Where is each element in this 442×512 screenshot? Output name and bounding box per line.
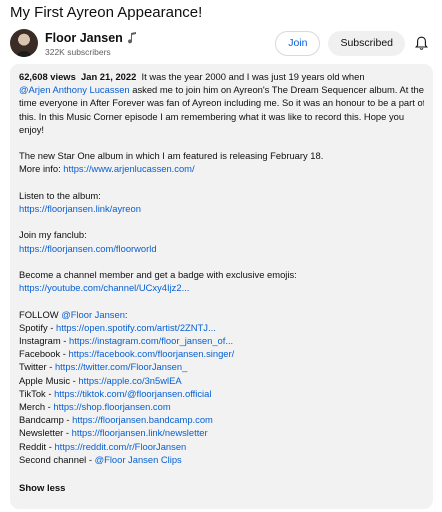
video-watch-page: My First Ayreon Appearance! Floor Jansen… (0, 0, 442, 512)
fanclub-link[interactable]: https://floorjansen.com/floorworld (19, 242, 424, 255)
social-label: Reddit - (19, 440, 55, 452)
follow-suffix: : (124, 308, 128, 320)
social-link-row: Merch - https://shop.floorjansen.com (19, 400, 424, 413)
social-label: Second channel - (19, 453, 95, 465)
social-link-row: Facebook - https://facebook.com/floorjan… (19, 347, 424, 360)
join-button[interactable]: Join (275, 30, 321, 56)
description-line-2: @Arjen Anthony Lucassen asked me to join… (19, 83, 424, 96)
social-links-list: Spotify - https://open.spotify.com/artis… (19, 321, 424, 466)
description-line-5: enjoy! (19, 123, 45, 135)
more-info-line: More info: https://www.arjenlucassen.com… (19, 162, 424, 175)
membership-label: Become a channel member and get a badge … (19, 268, 297, 280)
social-label: Merch - (19, 401, 54, 412)
channel-info: Floor Jansen 322K subscribers (45, 30, 275, 57)
social-link-row: Newsletter - https://floorjansen.link/ne… (19, 426, 424, 439)
spotify-link[interactable]: https://open.spotify.com/artist/2ZNTJ... (56, 322, 216, 333)
apple-music-link[interactable]: https://apple.co/3n5wlEA (78, 375, 181, 386)
social-label: Bandcamp - (19, 414, 73, 426)
description-line-1: 62,608 views Jan 21, 2022 It was the yea… (19, 70, 424, 83)
follow-line: FOLLOW @Floor Jansen: (19, 308, 424, 321)
upload-date: Jan 21, 2022 (81, 71, 137, 82)
description-box: 62,608 views Jan 21, 2022 It was the yea… (10, 64, 433, 509)
more-info-label: More info: (19, 163, 64, 175)
channel-name[interactable]: Floor Jansen (45, 31, 123, 45)
description-line-3: time everyone in After Forever was fan o… (19, 97, 424, 109)
arjen-website-link[interactable]: https://www.arjenlucassen.com/ (63, 163, 194, 174)
social-link-row: TikTok - https://tiktok.com/@floorjansen… (19, 387, 424, 400)
reddit-link[interactable]: https://reddit.com/r/FloorJansen (54, 441, 186, 452)
social-link-row: Bandcamp - https://floorjansen.bandcamp.… (19, 413, 424, 426)
instagram-link[interactable]: https://instagram.com/floor_jansen_of... (69, 335, 233, 346)
tiktok-link[interactable]: https://tiktok.com/@floorjansen.official (54, 388, 211, 399)
notification-bell-button[interactable] (410, 31, 432, 56)
bandcamp-link[interactable]: https://floorjansen.bandcamp.com (72, 414, 213, 425)
social-label: Twitter - (19, 361, 55, 373)
fanclub-label: Join my fanclub: (19, 229, 87, 241)
social-label: Apple Music - (19, 374, 79, 386)
social-link-row: Apple Music - https://apple.co/3n5wlEA (19, 374, 424, 387)
facebook-link[interactable]: https://facebook.com/floorjansen.singer/ (69, 348, 235, 359)
show-less-button[interactable]: Show less (19, 482, 65, 495)
subscribed-button[interactable]: Subscribed (328, 30, 405, 56)
membership-link[interactable]: https://youtube.com/channel/UCxy4Ijz2... (19, 281, 424, 294)
view-count: 62,608 views (19, 71, 76, 82)
social-label: Newsletter - (19, 427, 72, 439)
channel-mention-link[interactable]: @Floor Jansen (61, 309, 125, 320)
twitter-link[interactable]: https://twitter.com/FloorJansen_ (55, 361, 187, 372)
mention-link-arjen[interactable]: @Arjen Anthony Lucassen (19, 84, 130, 95)
social-label: Instagram - (19, 334, 70, 346)
description-line-4: this. In this Music Corner episode I am … (19, 110, 405, 122)
album-link[interactable]: https://floorjansen.link/ayreon (19, 202, 424, 215)
social-label: Spotify - (19, 321, 56, 333)
listen-label: Listen to the album: (19, 189, 101, 201)
second-channel-link[interactable]: @Floor Jansen Clips (95, 454, 182, 465)
music-note-icon (127, 31, 136, 43)
video-title: My First Ayreon Appearance! (10, 4, 203, 21)
bell-icon (414, 36, 428, 50)
social-link-row: Second channel - @Floor Jansen Clips (19, 453, 424, 466)
social-label: TikTok - (19, 387, 55, 399)
follow-prefix: FOLLOW (19, 308, 62, 320)
subscriber-count: 322K subscribers (45, 46, 111, 57)
channel-name-line: Floor Jansen (45, 30, 275, 46)
merch-link[interactable]: https://shop.floorjansen.com (53, 401, 170, 412)
social-label: Facebook - (19, 348, 69, 360)
description-text: asked me to join him on Ayreon's The Dre… (129, 84, 424, 96)
social-link-row: Instagram - https://instagram.com/floor_… (19, 334, 424, 347)
newsletter-link[interactable]: https://floorjansen.link/newsletter (72, 427, 208, 438)
description-text: It was the year 2000 and I was just 19 y… (141, 71, 365, 82)
social-link-row: Twitter - https://twitter.com/FloorJanse… (19, 360, 424, 373)
social-link-row: Reddit - https://reddit.com/r/FloorJanse… (19, 440, 424, 453)
social-link-row: Spotify - https://open.spotify.com/artis… (19, 321, 424, 334)
star-one-text: The new Star One album in which I am fea… (19, 150, 324, 162)
channel-row: Floor Jansen 322K subscribers Join Subsc… (10, 26, 432, 60)
channel-avatar[interactable] (10, 29, 38, 57)
